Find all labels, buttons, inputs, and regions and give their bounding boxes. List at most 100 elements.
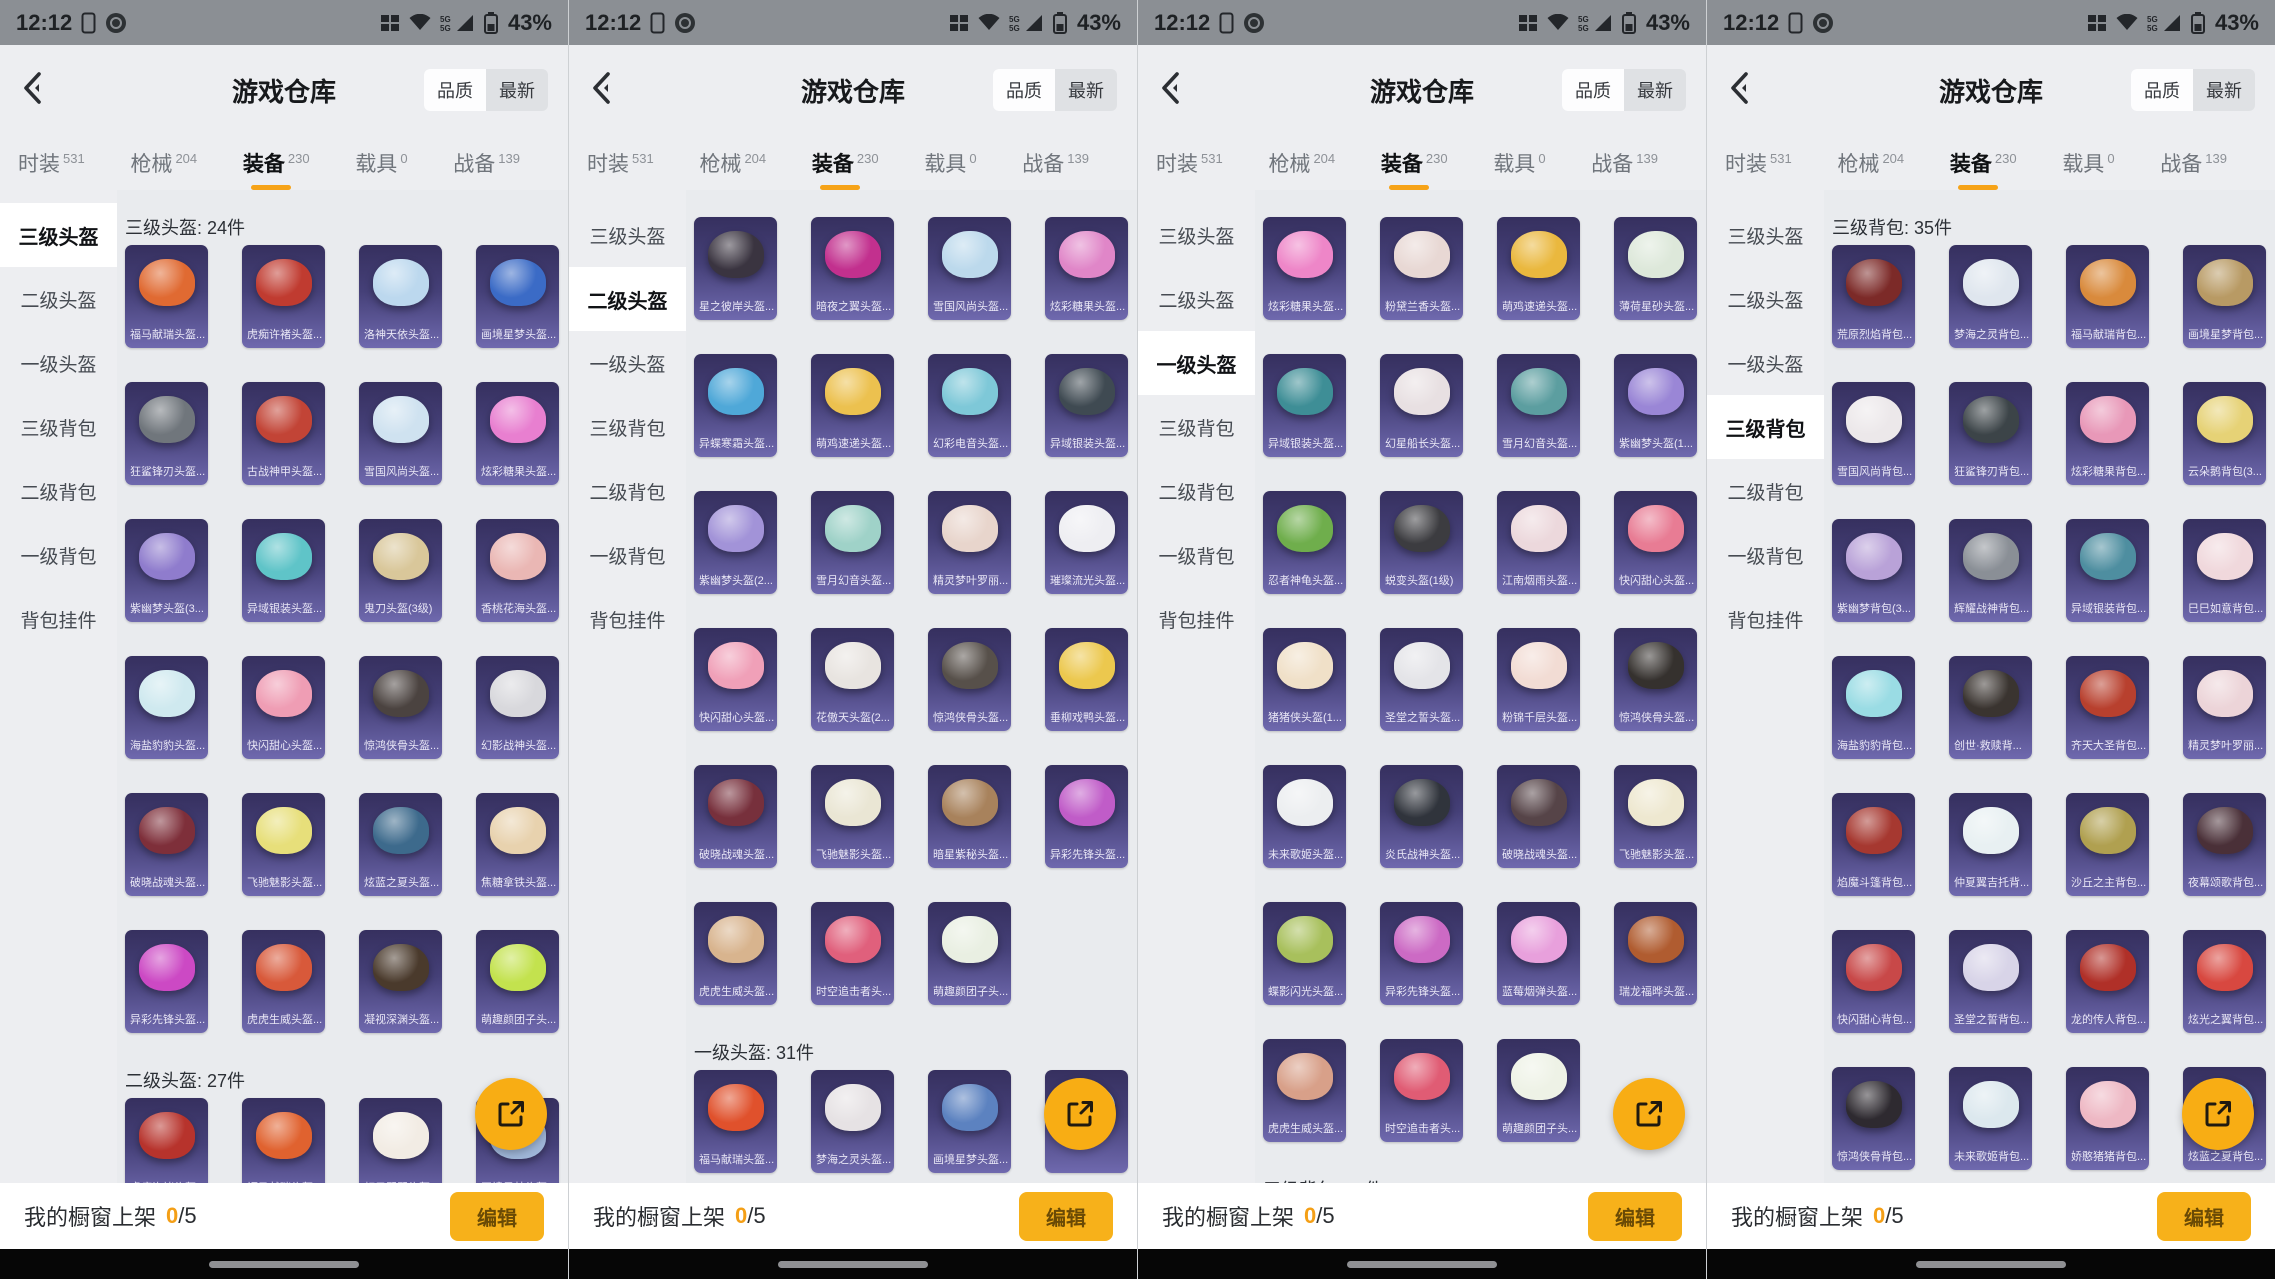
item-card[interactable]: 幻影战神头盔... — [476, 656, 559, 759]
item-card[interactable]: 凝视深渊头盔... — [359, 930, 442, 1033]
share-fab[interactable] — [2182, 1078, 2254, 1150]
item-card[interactable]: 雪国风尚背包... — [1832, 382, 1915, 485]
item-card[interactable]: 雪国风尚头盔... — [359, 382, 442, 485]
item-card[interactable]: 沙丘之主背包... — [2066, 793, 2149, 896]
item-card[interactable]: 仲夏翼吉托背... — [1949, 793, 2032, 896]
item-card[interactable]: 圣堂之誓背包... — [1949, 930, 2032, 1033]
item-card[interactable]: 异蝶寒霜头盔... — [694, 354, 777, 457]
item-card[interactable]: 异域银装头盔... — [242, 519, 325, 622]
sidebar-item-backpack-lv3[interactable]: 三级背包 — [569, 395, 686, 459]
item-card[interactable]: 花傲天头盔(2... — [811, 628, 894, 731]
tab-supplies[interactable]: 战备139 — [1591, 148, 1658, 178]
item-card[interactable]: 薄荷星砂头盔... — [1614, 217, 1697, 320]
item-card[interactable]: 雪月幻音头盔... — [1497, 354, 1580, 457]
item-card[interactable]: 雪国风尚头盔... — [928, 217, 1011, 320]
edit-button[interactable]: 编辑 — [450, 1192, 544, 1241]
item-card[interactable]: 炫彩糖果背包... — [2066, 382, 2149, 485]
item-card[interactable]: 画境星梦头盔... — [476, 245, 559, 348]
item-card[interactable]: 异彩先锋头盔... — [1380, 902, 1463, 1005]
sidebar-item-helmet-lv2[interactable]: 二级头盔 — [1138, 267, 1255, 331]
item-card[interactable]: 异彩先锋头盔... — [1045, 765, 1128, 868]
item-card[interactable]: 焦糖拿铁头盔... — [476, 793, 559, 896]
sort-latest-button[interactable]: 最新 — [2193, 69, 2255, 111]
item-card[interactable]: 古战神甲头盔... — [242, 382, 325, 485]
item-card[interactable]: 幻星船长头盔... — [1380, 354, 1463, 457]
item-card[interactable]: 萌趣颜团子头... — [1497, 1039, 1580, 1142]
item-card[interactable]: 圣堂之誓头盔... — [1380, 628, 1463, 731]
sidebar-item-backpack-lv3[interactable]: 三级背包 — [1138, 395, 1255, 459]
tab-equipment[interactable]: 装备230 — [243, 148, 310, 178]
item-card[interactable]: 萌趣颜团子头... — [928, 902, 1011, 1005]
item-card[interactable]: 异域银装头盔... — [1045, 354, 1128, 457]
item-card[interactable]: 齐天大圣背包... — [2066, 656, 2149, 759]
tab-fashion[interactable]: 时装531 — [18, 148, 85, 178]
tab-fashion[interactable]: 时装531 — [587, 148, 654, 178]
edit-button[interactable]: 编辑 — [2157, 1192, 2251, 1241]
item-card[interactable]: 炫蓝之夏头盔... — [359, 793, 442, 896]
item-card[interactable]: 梦海之灵背包... — [1949, 245, 2032, 348]
item-card[interactable]: 香桃花海头盔... — [476, 519, 559, 622]
item-card[interactable]: 虎痴许褚头盔... — [242, 245, 325, 348]
item-card[interactable]: 画境星梦背包... — [2183, 245, 2266, 348]
home-indicator[interactable] — [209, 1261, 359, 1268]
sidebar-item-backpack-pendant[interactable]: 背包挂件 — [1138, 587, 1255, 651]
item-card[interactable]: 异域银装背包... — [2066, 519, 2149, 622]
home-indicator[interactable] — [1916, 1261, 2066, 1268]
sidebar-item-backpack-lv1[interactable]: 一级背包 — [1138, 523, 1255, 587]
sidebar-item-backpack-lv1[interactable]: 一级背包 — [0, 523, 117, 587]
item-card[interactable]: 狂鲨锋刃头盔... — [125, 382, 208, 485]
item-card[interactable]: 快闪甜心头盔... — [242, 656, 325, 759]
item-card[interactable]: 炫光之翼背包... — [2183, 930, 2266, 1033]
item-card[interactable]: 垂柳戏鸭头盔... — [1045, 628, 1128, 731]
tab-supplies[interactable]: 战备139 — [2160, 148, 2227, 178]
item-card[interactable]: 惊鸿侠骨背包... — [1832, 1067, 1915, 1170]
item-card[interactable]: 紫幽梦头盔(2... — [694, 491, 777, 594]
tab-equipment[interactable]: 装备230 — [1950, 148, 2017, 178]
sidebar-item-backpack-lv2[interactable]: 二级背包 — [1707, 459, 1824, 523]
item-card[interactable]: 创世·救赎背... — [1949, 656, 2032, 759]
item-card[interactable]: 璀璨流光头盔... — [1045, 491, 1128, 594]
item-card[interactable]: 飞驰魅影头盔... — [1614, 765, 1697, 868]
item-card[interactable]: 紫幽梦头盔(1... — [1614, 354, 1697, 457]
share-fab[interactable] — [475, 1078, 547, 1150]
item-card[interactable]: 虎痴许褚头盔... — [125, 1098, 208, 1183]
share-fab[interactable] — [1613, 1078, 1685, 1150]
sidebar-item-backpack-lv1[interactable]: 一级背包 — [1707, 523, 1824, 587]
item-card[interactable]: 福马献瑞头盔... — [694, 1070, 777, 1173]
item-card[interactable]: 破晓战魂头盔... — [1497, 765, 1580, 868]
item-card[interactable]: 瑞龙福晔头盔... — [1614, 902, 1697, 1005]
back-button[interactable] — [20, 70, 44, 111]
item-card[interactable]: 虎虎生威头盔... — [694, 902, 777, 1005]
item-card[interactable]: 暗星紫秘头盔... — [928, 765, 1011, 868]
tab-equipment[interactable]: 装备230 — [1381, 148, 1448, 178]
item-card[interactable]: 精灵梦叶罗丽... — [2183, 656, 2266, 759]
item-card[interactable]: 江南烟雨头盔... — [1497, 491, 1580, 594]
item-card[interactable]: 巳巳如意背包... — [2183, 519, 2266, 622]
item-card[interactable]: 炎氏战神头盔... — [1380, 765, 1463, 868]
sidebar-item-helmet-lv2[interactable]: 二级头盔 — [1707, 267, 1824, 331]
item-card[interactable]: 萌鸡速递头盔... — [811, 354, 894, 457]
item-card[interactable]: 海盐豹豹背包... — [1832, 656, 1915, 759]
item-card[interactable]: 萌鸡速递头盔... — [1497, 217, 1580, 320]
item-card[interactable]: 画境星梦头盔... — [928, 1070, 1011, 1173]
item-card[interactable]: 梦海之灵头盔... — [811, 1070, 894, 1173]
sort-quality-button[interactable]: 品质 — [993, 69, 1055, 111]
item-card[interactable]: 紫幽梦背包(3... — [1832, 519, 1915, 622]
tab-weapons[interactable]: 枪械204 — [1268, 148, 1335, 178]
item-card[interactable]: 粉锦千层头盔... — [1497, 628, 1580, 731]
tab-vehicles[interactable]: 载具0 — [924, 148, 976, 178]
sidebar-item-backpack-pendant[interactable]: 背包挂件 — [1707, 587, 1824, 651]
sort-quality-button[interactable]: 品质 — [1562, 69, 1624, 111]
tab-weapons[interactable]: 枪械204 — [1837, 148, 1904, 178]
item-card[interactable]: 辉耀战神背包... — [1949, 519, 2032, 622]
item-card[interactable]: 虎虎生威头盔... — [242, 930, 325, 1033]
edit-button[interactable]: 编辑 — [1588, 1192, 1682, 1241]
item-card[interactable]: 萌趣颜团子头... — [476, 930, 559, 1033]
sidebar-item-helmet-lv3[interactable]: 三级头盔 — [1707, 203, 1824, 267]
item-card[interactable]: 夜幕颂歌背包... — [2183, 793, 2266, 896]
sidebar-item-backpack-lv3[interactable]: 三级背包 — [0, 395, 117, 459]
sidebar-item-backpack-lv2[interactable]: 二级背包 — [0, 459, 117, 523]
item-card[interactable]: 福马献瑞头盔... — [125, 245, 208, 348]
sort-latest-button[interactable]: 最新 — [486, 69, 548, 111]
item-card[interactable]: 海盐豹豹头盔... — [125, 656, 208, 759]
